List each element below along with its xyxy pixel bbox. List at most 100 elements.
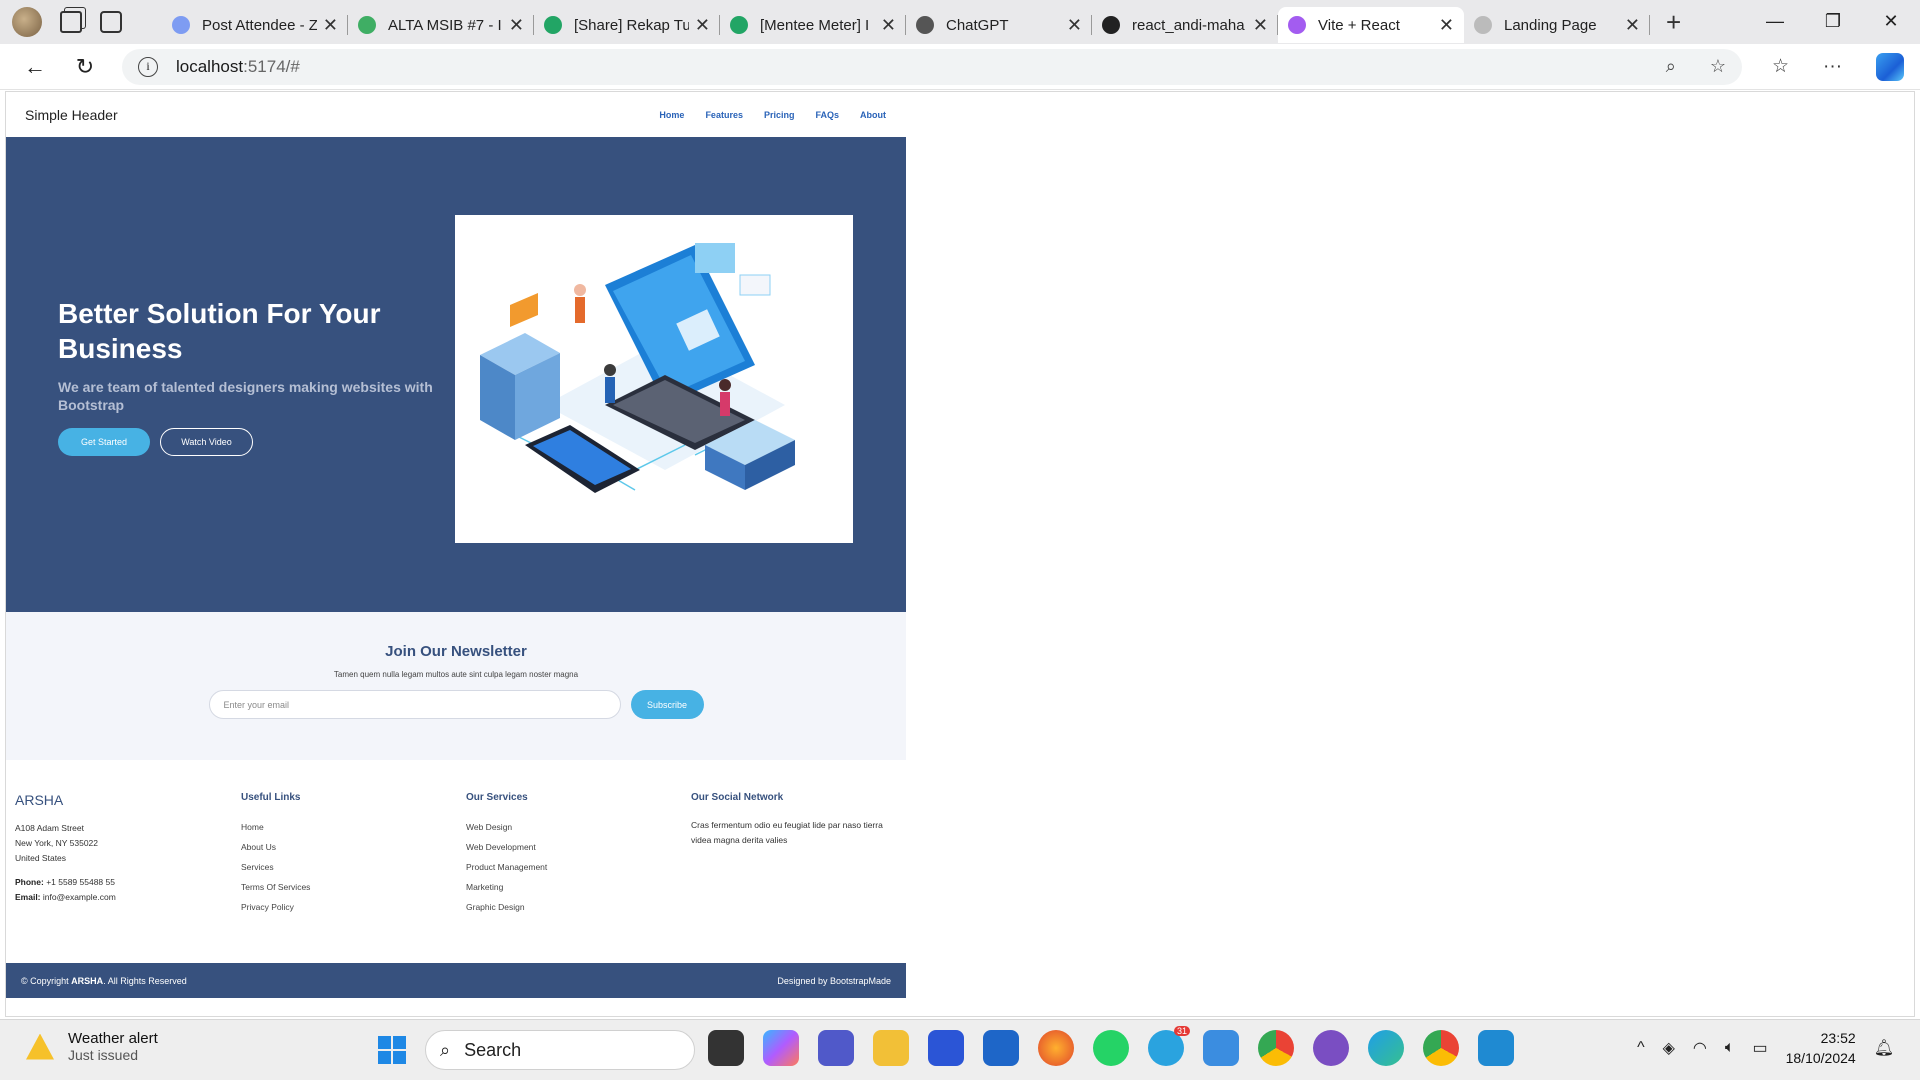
whatsapp-icon[interactable] xyxy=(1093,1030,1129,1066)
hero-illustration xyxy=(455,215,853,543)
profile-avatar[interactable] xyxy=(12,7,42,37)
copilot-icon[interactable] xyxy=(1876,52,1905,81)
copilot-app-icon[interactable] xyxy=(763,1030,799,1066)
address-line: New York, NY 535022 xyxy=(15,838,99,848)
minimize-button[interactable]: — xyxy=(1746,0,1804,44)
task-view-icon[interactable] xyxy=(708,1030,744,1066)
file-explorer-icon[interactable] xyxy=(873,1030,909,1066)
designed-by[interactable]: Designed by BootstrapMade xyxy=(777,976,891,986)
tab-close-icon[interactable]: ✕ xyxy=(695,15,710,36)
weather-text: Weather alert Just issued xyxy=(68,1030,158,1063)
favorite-star-icon[interactable]: ☆ xyxy=(1710,56,1726,77)
defender-icon[interactable]: ◈ xyxy=(1663,1038,1675,1058)
tab-close-icon[interactable]: ✕ xyxy=(1067,15,1082,36)
footer-link-privacy[interactable]: Privacy Policy xyxy=(241,897,451,917)
volume-icon[interactable]: 🔈︎ xyxy=(1725,1039,1735,1057)
footer-link-services[interactable]: Services xyxy=(241,857,451,877)
restore-button[interactable]: ❐ xyxy=(1804,0,1862,44)
address-bar[interactable]: i localhost:5174/# ⌕ ☆ xyxy=(122,48,1742,85)
copyright-suffix: All Rights Reserved xyxy=(107,975,187,986)
browser-tab[interactable]: Landing Page ✕ xyxy=(1464,7,1650,43)
service-link-marketing[interactable]: Marketing xyxy=(466,877,676,897)
tab-bar-tools xyxy=(0,7,162,37)
clock-time: 23:52 xyxy=(1820,1030,1856,1046)
tab-title: Post Attendee - Z xyxy=(202,16,317,34)
refresh-button[interactable]: ↻ xyxy=(60,54,110,80)
browser-tab[interactable]: ChatGPT ✕ xyxy=(906,7,1092,43)
tab-title: Landing Page xyxy=(1504,16,1597,34)
nav-home[interactable]: Home xyxy=(659,110,684,120)
weather-widget[interactable]: Weather alert Just issued xyxy=(26,1030,158,1063)
tab-close-icon[interactable]: ✕ xyxy=(881,15,896,36)
battery-icon[interactable]: ▭ xyxy=(1752,1038,1767,1058)
tab-close-icon[interactable]: ✕ xyxy=(1625,15,1640,36)
zoom-icon[interactable]: ⌕ xyxy=(1666,56,1676,77)
phone-line: Phone: +1 5589 55488 55 xyxy=(15,875,225,890)
footer-link-terms[interactable]: Terms Of Services xyxy=(241,877,451,897)
subscribe-button[interactable]: Subscribe xyxy=(630,690,704,719)
tab-close-icon[interactable]: ✕ xyxy=(1253,15,1268,36)
chrome-profile-icon[interactable] xyxy=(1423,1030,1459,1066)
services-heading: Our Services xyxy=(466,792,528,803)
nav-features[interactable]: Features xyxy=(705,110,743,120)
tab-favicon-icon xyxy=(1474,16,1492,34)
close-window-button[interactable]: ✕ xyxy=(1862,0,1920,44)
site-nav: Home Features Pricing FAQs About xyxy=(659,110,886,120)
hero-section: Better Solution For Your Business We are… xyxy=(6,137,906,612)
back-button[interactable]: ← xyxy=(10,54,60,80)
photos-icon[interactable] xyxy=(1203,1030,1239,1066)
service-link-product-management[interactable]: Product Management xyxy=(466,857,676,877)
footer-social-column: Our Social Network Cras fermentum odio e… xyxy=(691,792,901,848)
edge-icon[interactable] xyxy=(1368,1030,1404,1066)
email-input[interactable] xyxy=(208,690,621,719)
browser-tab[interactable]: [Mentee Meter] I ✕ xyxy=(720,7,906,43)
firefox-icon[interactable] xyxy=(1038,1030,1074,1066)
copyright-prefix: © Copyright xyxy=(21,975,69,986)
store-icon[interactable] xyxy=(983,1030,1019,1066)
nav-faqs[interactable]: FAQs xyxy=(815,110,839,120)
favorites-icon[interactable]: ☆ xyxy=(1772,55,1789,78)
chrome-icon[interactable] xyxy=(1258,1030,1294,1066)
tab-close-icon[interactable]: ✕ xyxy=(323,15,338,36)
footer-link-home[interactable]: Home xyxy=(241,817,451,837)
vscode-icon[interactable] xyxy=(1478,1030,1514,1066)
url-host: localhost xyxy=(176,56,244,76)
watch-video-button[interactable]: Watch Video xyxy=(160,428,253,456)
nav-about[interactable]: About xyxy=(860,110,886,120)
start-button[interactable] xyxy=(378,1036,406,1064)
workspaces-icon[interactable] xyxy=(60,11,82,33)
more-menu-icon[interactable]: ··· xyxy=(1823,56,1842,78)
browser-tab[interactable]: Post Attendee - Z ✕ xyxy=(162,7,348,43)
github-desktop-icon[interactable] xyxy=(1313,1030,1349,1066)
newsletter-section: Join Our Newsletter Tamen quem nulla leg… xyxy=(6,612,906,760)
tab-close-icon[interactable]: ✕ xyxy=(509,15,524,36)
browser-tab[interactable]: ALTA MSIB #7 - I ✕ xyxy=(348,7,534,43)
tray-overflow-icon[interactable]: ^ xyxy=(1637,1039,1645,1057)
clock[interactable]: 23:52 18/10/2024 xyxy=(1786,1028,1856,1068)
clock-date: 18/10/2024 xyxy=(1785,1050,1856,1066)
browser-tab[interactable]: Vite + React ✕ xyxy=(1278,7,1464,43)
service-link-web-development[interactable]: Web Development xyxy=(466,837,676,857)
taskbar-apps: 31 xyxy=(708,1026,1514,1066)
new-tab-button[interactable]: + xyxy=(1666,7,1681,38)
editor-app-icon[interactable] xyxy=(928,1030,964,1066)
site-info-icon[interactable]: i xyxy=(138,56,158,77)
social-heading: Our Social Network xyxy=(691,792,784,803)
service-link-web-design[interactable]: Web Design xyxy=(466,817,676,837)
teams-icon[interactable] xyxy=(818,1030,854,1066)
browser-tab[interactable]: react_andi-maha ✕ xyxy=(1092,7,1278,43)
isometric-tech-illustration xyxy=(480,243,795,493)
taskbar-search[interactable]: ⌕ Search xyxy=(425,1030,695,1070)
notifications-icon[interactable]: 🔔︎ xyxy=(1874,1038,1894,1058)
tab-close-icon[interactable]: ✕ xyxy=(1439,15,1454,36)
service-link-graphic-design[interactable]: Graphic Design xyxy=(466,897,676,917)
get-started-button[interactable]: Get Started xyxy=(58,428,150,456)
site-brand[interactable]: Simple Header xyxy=(25,107,118,123)
tab-title: react_andi-maha xyxy=(1132,16,1245,34)
wifi-icon[interactable]: ◠ xyxy=(1693,1038,1707,1058)
nav-pricing[interactable]: Pricing xyxy=(764,110,795,120)
footer-link-about[interactable]: About Us xyxy=(241,837,451,857)
browser-tab[interactable]: [Share] Rekap Tu ✕ xyxy=(534,7,720,43)
telegram-icon[interactable]: 31 xyxy=(1148,1026,1190,1066)
tab-actions-icon[interactable] xyxy=(100,11,122,33)
